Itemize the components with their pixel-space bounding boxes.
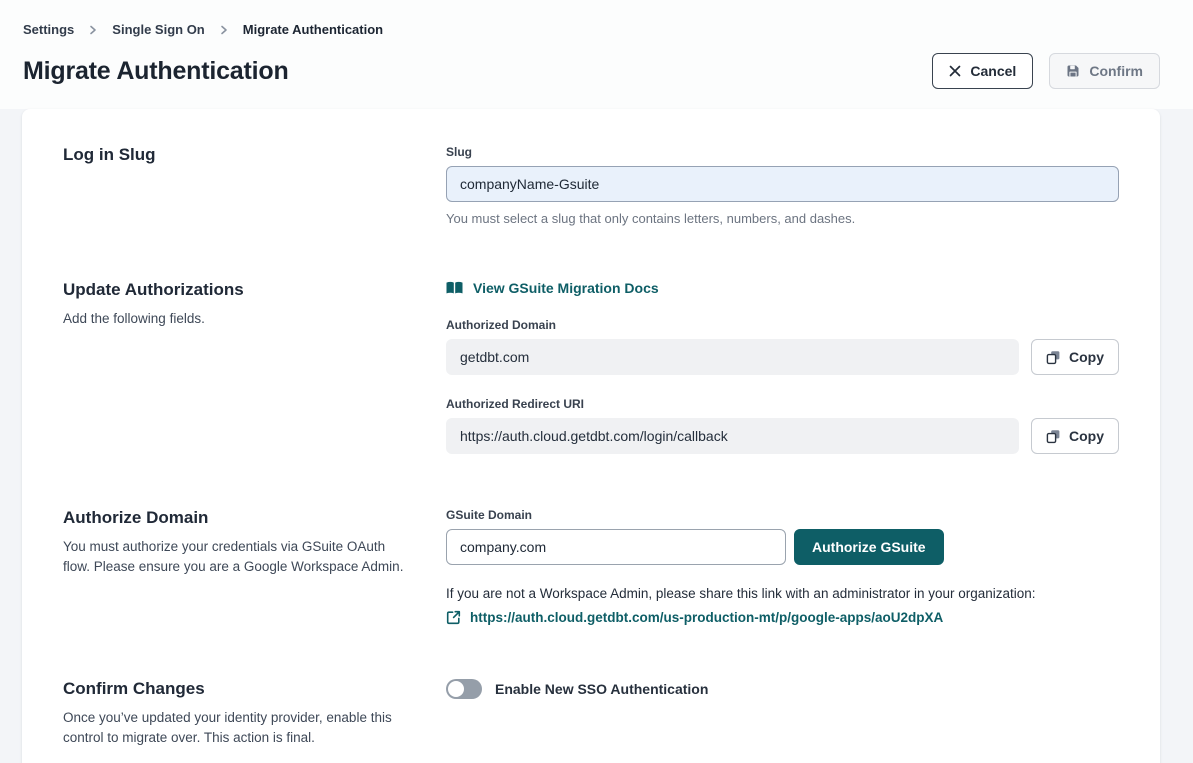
confirm-button[interactable]: Confirm xyxy=(1049,53,1160,89)
slug-help-text: You must select a slug that only contain… xyxy=(446,211,1119,226)
breadcrumb-single-sign-on[interactable]: Single Sign On xyxy=(112,22,204,37)
copy-authorized-domain-button[interactable]: Copy xyxy=(1031,339,1119,375)
authorize-domain-heading: Authorize Domain xyxy=(63,508,446,528)
section-login-slug: Log in Slug Slug You must select a slug … xyxy=(63,145,1119,226)
gsuite-migration-docs-link-label: View GSuite Migration Docs xyxy=(473,280,659,296)
copy-icon xyxy=(1046,429,1061,444)
section-update-authorizations: Update Authorizations Add the following … xyxy=(63,280,1119,454)
external-link-icon xyxy=(446,610,461,625)
authorized-domain-label: Authorized Domain xyxy=(446,318,1119,332)
authorize-gsuite-button[interactable]: Authorize GSuite xyxy=(794,529,944,565)
page-header: Settings Single Sign On Migrate Authenti… xyxy=(0,0,1193,109)
book-icon xyxy=(446,281,463,295)
toggle-knob xyxy=(448,681,464,697)
copy-redirect-uri-button[interactable]: Copy xyxy=(1031,418,1119,454)
authorized-domain-field[interactable] xyxy=(446,339,1019,375)
close-icon xyxy=(949,65,961,77)
enable-sso-toggle-label: Enable New SSO Authentication xyxy=(495,681,708,697)
cancel-button[interactable]: Cancel xyxy=(932,53,1033,89)
gsuite-migration-docs-link[interactable]: View GSuite Migration Docs xyxy=(446,280,659,296)
gsuite-domain-label: GSuite Domain xyxy=(446,508,1119,522)
breadcrumb-settings[interactable]: Settings xyxy=(23,22,74,37)
header-actions: Cancel Confirm xyxy=(932,53,1160,89)
update-authorizations-description: Add the following fields. xyxy=(63,309,408,329)
chevron-right-icon xyxy=(219,25,229,35)
chevron-right-icon xyxy=(88,25,98,35)
page-title: Migrate Authentication xyxy=(23,57,289,86)
confirm-button-label: Confirm xyxy=(1089,63,1143,79)
copy-button-label: Copy xyxy=(1069,428,1104,444)
save-icon xyxy=(1066,64,1080,78)
copy-button-label: Copy xyxy=(1069,349,1104,365)
section-authorize-domain: Authorize Domain You must authorize your… xyxy=(63,508,1119,625)
share-link[interactable]: https://auth.cloud.getdbt.com/us-product… xyxy=(470,610,943,625)
workspace-admin-note: If you are not a Workspace Admin, please… xyxy=(446,586,1119,601)
section-confirm-changes: Confirm Changes Once you’ve updated your… xyxy=(63,679,1119,748)
authorized-redirect-uri-label: Authorized Redirect URI xyxy=(446,397,1119,411)
login-slug-heading: Log in Slug xyxy=(63,145,446,165)
copy-icon xyxy=(1046,350,1061,365)
slug-label: Slug xyxy=(446,145,1119,159)
confirm-changes-heading: Confirm Changes xyxy=(63,679,446,699)
breadcrumb-migrate-authentication: Migrate Authentication xyxy=(243,22,383,37)
authorized-redirect-uri-field[interactable] xyxy=(446,418,1019,454)
gsuite-domain-input[interactable] xyxy=(446,529,786,565)
update-authorizations-heading: Update Authorizations xyxy=(63,280,446,300)
share-link-row[interactable]: https://auth.cloud.getdbt.com/us-product… xyxy=(446,610,1119,625)
breadcrumb: Settings Single Sign On Migrate Authenti… xyxy=(23,22,1160,37)
slug-input[interactable] xyxy=(446,166,1119,202)
enable-sso-toggle[interactable] xyxy=(446,679,482,699)
confirm-changes-description: Once you’ve updated your identity provid… xyxy=(63,708,408,748)
authorize-domain-description: You must authorize your credentials via … xyxy=(63,537,408,577)
migrate-authentication-card: Log in Slug Slug You must select a slug … xyxy=(22,109,1160,763)
cancel-button-label: Cancel xyxy=(970,63,1016,79)
